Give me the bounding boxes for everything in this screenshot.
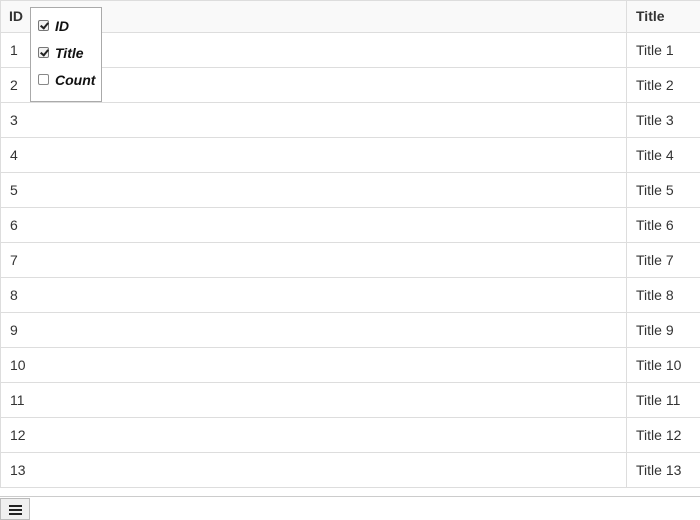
cell-id: 9 [0, 313, 626, 347]
table-row[interactable]: 6 Title 6 [0, 208, 700, 243]
grid-body: 1 Title 1 2 Title 2 3 Title 3 4 Title 4 5 Title 5… [0, 33, 700, 488]
cell-id: 8 [0, 278, 626, 312]
table-row[interactable]: 12 Title 12 [0, 418, 700, 453]
column-option-id-checkbox[interactable] [38, 20, 49, 31]
cell-id: 4 [0, 138, 626, 172]
cell-title: Title 10 [626, 348, 700, 382]
cell-id: 3 [0, 103, 626, 137]
cell-title: Title 11 [626, 383, 700, 417]
table-row[interactable]: 5 Title 5 [0, 173, 700, 208]
table-row[interactable]: 7 Title 7 [0, 243, 700, 278]
cell-title: Title 8 [626, 278, 700, 312]
cell-title: Title 5 [626, 173, 700, 207]
cell-id: 12 [0, 418, 626, 452]
table-row[interactable]: 3 Title 3 [0, 103, 700, 138]
cell-id: 11 [0, 383, 626, 417]
table-row[interactable]: 1 Title 1 [0, 33, 700, 68]
table-row[interactable]: 4 Title 4 [0, 138, 700, 173]
column-option-title-label: Title [55, 45, 84, 61]
grid-header-row: ID Title [0, 0, 700, 33]
table-row[interactable]: 8 Title 8 [0, 278, 700, 313]
column-option-count-checkbox[interactable] [38, 74, 49, 85]
cell-title: Title 2 [626, 68, 700, 102]
cell-title: Title 3 [626, 103, 700, 137]
table-row[interactable]: 9 Title 9 [0, 313, 700, 348]
cell-id: 7 [0, 243, 626, 277]
grid-footer [0, 496, 700, 520]
cell-id: 5 [0, 173, 626, 207]
data-grid: ID Title 1 Title 1 2 Title 2 3 Title 3 4 Title … [0, 0, 700, 497]
column-header-title[interactable]: Title [626, 1, 700, 32]
column-option-id[interactable]: ID [31, 16, 101, 38]
column-option-title[interactable]: Title [31, 43, 101, 65]
cell-id: 10 [0, 348, 626, 382]
column-picker-menu: ID Title Count [30, 7, 102, 102]
cell-title: Title 9 [626, 313, 700, 347]
column-option-id-label: ID [55, 18, 69, 34]
cell-title: Title 7 [626, 243, 700, 277]
table-row[interactable]: 11 Title 11 [0, 383, 700, 418]
table-row[interactable]: 10 Title 10 [0, 348, 700, 383]
column-menu-button[interactable] [0, 498, 30, 520]
cell-id: 13 [0, 453, 626, 487]
column-option-title-checkbox[interactable] [38, 47, 49, 58]
cell-title: Title 1 [626, 33, 700, 67]
cell-title: Title 13 [626, 453, 700, 487]
cell-title: Title 6 [626, 208, 700, 242]
column-option-count-label: Count [55, 72, 96, 88]
column-option-count[interactable]: Count [31, 70, 101, 92]
cell-title: Title 12 [626, 418, 700, 452]
table-row[interactable]: 13 Title 13 [0, 453, 700, 488]
cell-id: 6 [0, 208, 626, 242]
cell-title: Title 4 [626, 138, 700, 172]
table-row[interactable]: 2 Title 2 [0, 68, 700, 103]
